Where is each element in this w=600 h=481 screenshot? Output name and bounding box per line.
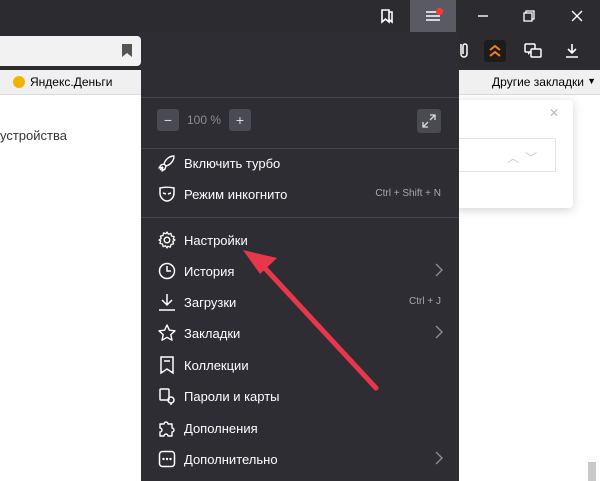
- clock-icon: [157, 261, 177, 281]
- shortcut-label: Ctrl + J: [409, 296, 441, 307]
- menu-item-label: Загрузки: [184, 295, 237, 310]
- extension-chevrons-icon[interactable]: [484, 40, 506, 62]
- menu-item-label: История: [184, 264, 235, 279]
- restore-icon: [523, 10, 535, 22]
- rocket-icon: [157, 153, 177, 173]
- menu-item-label: Пароли и карты: [184, 389, 280, 404]
- menu-item-turbo[interactable]: Включить турбо: [141, 148, 459, 178]
- shortcut-label: Ctrl + Shift + N: [375, 188, 441, 199]
- zoom-control: − 100 % +: [157, 109, 251, 131]
- bookmark-icon[interactable]: [121, 43, 133, 63]
- menu-item-label: Настройки: [184, 233, 248, 248]
- minimize-icon: [478, 15, 488, 17]
- main-menu: − 100 % + Включить турбо Режим инкогнито…: [141, 32, 459, 481]
- menu-item-settings[interactable]: Настройки: [141, 225, 459, 255]
- up-down-chevron-icon[interactable]: ︿﹀: [507, 149, 543, 166]
- title-bar: [0, 0, 600, 32]
- menu-item-label: Закладки: [184, 326, 241, 341]
- translate-extension-icon[interactable]: [522, 40, 544, 62]
- chevron-right-icon: [435, 263, 443, 282]
- chevron-down-icon[interactable]: ▼: [587, 76, 596, 86]
- close-button[interactable]: [554, 0, 600, 32]
- menu-item-label: Коллекции: [184, 358, 249, 373]
- minimize-button[interactable]: [460, 0, 506, 32]
- collections-icon: [157, 355, 177, 375]
- zoom-in-button[interactable]: +: [229, 109, 251, 131]
- menu-item-passwords[interactable]: Пароли и карты: [141, 381, 459, 411]
- menu-item-downloads[interactable]: Загрузки Ctrl + J: [141, 287, 459, 317]
- puzzle-icon: [157, 418, 177, 438]
- fullscreen-icon: [422, 114, 436, 128]
- menu-item-label: Дополнения: [184, 421, 258, 436]
- menu-item-collections[interactable]: Коллекции: [141, 350, 459, 380]
- zoom-out-button[interactable]: −: [157, 109, 179, 131]
- main-menu-button[interactable]: [410, 0, 456, 32]
- menu-item-incognito[interactable]: Режим инкогнито Ctrl + Shift + N: [141, 179, 459, 209]
- address-field[interactable]: [0, 36, 141, 66]
- download-icon: [157, 292, 177, 312]
- chevron-right-icon: [435, 451, 443, 470]
- zoom-level: 100 %: [186, 113, 222, 127]
- menu-separator: [141, 97, 459, 98]
- menu-item-label: Включить турбо: [184, 156, 281, 171]
- menu-item-more[interactable]: Дополнительно: [141, 444, 459, 474]
- menu-item-history[interactable]: История: [141, 256, 459, 286]
- restore-button[interactable]: [506, 0, 552, 32]
- notification-dot: [436, 8, 443, 15]
- more-icon: [157, 449, 177, 469]
- bookmarks-panel-button[interactable]: [364, 0, 410, 32]
- menu-separator: [141, 217, 459, 218]
- other-bookmarks[interactable]: Другие закладки: [492, 75, 584, 89]
- incognito-mask-icon: [157, 184, 177, 204]
- scrollbar[interactable]: [588, 462, 596, 481]
- menu-item-label: Дополнительно: [184, 452, 278, 467]
- menu-item-extensions[interactable]: Дополнения: [141, 413, 459, 443]
- fullscreen-button[interactable]: [417, 109, 441, 133]
- bookmarks-panel-icon: [381, 9, 393, 24]
- close-icon[interactable]: ✕: [549, 106, 559, 120]
- yandex-money-icon: [13, 76, 25, 88]
- bookmark-label: Яндекс.Деньги: [30, 75, 113, 89]
- close-icon: [571, 10, 583, 22]
- background-popup: ✕ ︿﹀: [455, 100, 573, 208]
- gear-icon: [157, 230, 177, 250]
- menu-item-label: Режим инкогнито: [184, 187, 288, 202]
- downloads-icon[interactable]: [561, 40, 583, 62]
- star-icon: [157, 323, 177, 343]
- chevron-right-icon: [435, 325, 443, 344]
- bookmark-yandex-money[interactable]: Яндекс.Деньги: [13, 75, 112, 89]
- popup-field[interactable]: ︿﹀: [455, 138, 556, 172]
- key-icon: [157, 386, 177, 406]
- menu-item-bookmarks[interactable]: Закладки: [141, 318, 459, 348]
- page-text: устройства: [0, 128, 67, 143]
